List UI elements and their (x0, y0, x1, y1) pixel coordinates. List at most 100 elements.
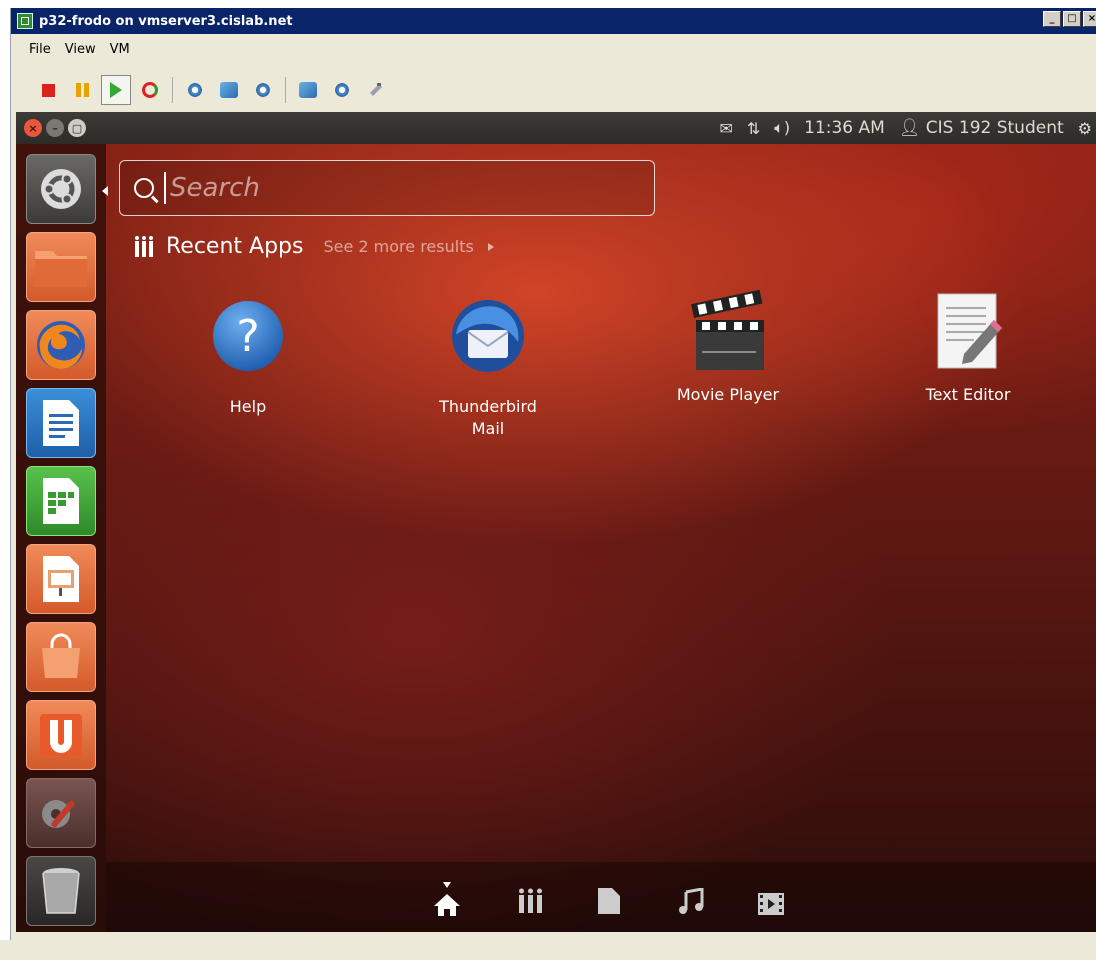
svg-text:?: ? (236, 311, 259, 362)
disc-icon (334, 82, 350, 98)
vmware-status-bar (0, 940, 1096, 960)
see-more-results-link[interactable]: See 2 more results (323, 237, 473, 256)
reset-button[interactable] (135, 75, 165, 105)
app-tile-movie-player[interactable]: Movie Player (648, 284, 808, 406)
app-label: Thunderbird Mail (439, 397, 537, 438)
session-gear-icon[interactable]: ⚙ (1078, 119, 1092, 138)
app-tile-text-editor[interactable]: Text Editor (888, 290, 1048, 406)
files-lens-button[interactable] (598, 888, 620, 921)
recent-apps-header: Recent Apps See 2 more results (134, 234, 494, 259)
menu-bar: File View VM (11, 38, 130, 60)
app-label: Movie Player (676, 385, 780, 404)
settings-icon (42, 800, 75, 828)
libreoffice-calc-icon (43, 478, 79, 524)
vm-console-icon (17, 13, 33, 29)
volume-icon[interactable]: 🔈︎) (774, 118, 790, 138)
panel-indicators: ✉ ⇅ 🔈︎) 11:36 AM 👤︎ CIS 192 Student ⚙ (719, 112, 1092, 144)
launcher-firefox[interactable] (26, 310, 96, 380)
ubuntu-logo-icon (41, 169, 81, 209)
launcher-libreoffice-calc[interactable] (26, 466, 96, 536)
pause-icon (75, 83, 89, 97)
dash-maximize-button[interactable]: ▢ (68, 119, 86, 137)
dash-window-controls: × – ▢ (24, 119, 86, 137)
cd-dvd-button[interactable] (327, 75, 357, 105)
menu-vm[interactable]: VM (110, 42, 130, 57)
app-tile-thunderbird[interactable]: Thunderbird Mail (408, 296, 568, 440)
user-menu[interactable]: 👤︎ CIS 192 Student (899, 118, 1064, 138)
applications-icon (519, 888, 542, 913)
video-icon (758, 893, 784, 915)
home-lens-button[interactable] (434, 882, 460, 925)
maximize-button[interactable]: □ (1063, 11, 1081, 27)
dash-close-button[interactable]: × (24, 119, 42, 137)
snapshot-manager-button[interactable] (248, 75, 278, 105)
top-panel: × – ▢ ✉ ⇅ 🔈︎) 11:36 AM 👤︎ CIS 192 Studen… (16, 112, 1096, 144)
clock[interactable]: 11:36 AM (804, 118, 885, 138)
app-tile-help[interactable]: ? Help (168, 296, 328, 418)
power-on-button[interactable] (101, 75, 131, 105)
launcher-files[interactable] (26, 232, 96, 302)
libreoffice-writer-icon (43, 400, 79, 446)
toolbar-separator (285, 77, 286, 103)
folder-icon (35, 251, 87, 287)
applications-lens-button[interactable] (518, 888, 544, 921)
app-label: Text Editor (925, 385, 1011, 404)
music-lens-button[interactable] (678, 887, 704, 921)
refresh-icon (142, 82, 158, 98)
app-label: Help (229, 397, 267, 416)
suspend-button[interactable] (67, 75, 97, 105)
launcher-ubuntu-one[interactable] (26, 700, 96, 770)
user-name: CIS 192 Student (925, 118, 1064, 138)
play-icon (110, 82, 122, 98)
applications-lens-icon (135, 235, 153, 257)
toolbar-separator (172, 77, 173, 103)
launcher-dash-home[interactable] (26, 154, 108, 224)
user-icon: 👤︎ (898, 118, 921, 138)
revert-snapshot-button[interactable] (214, 75, 244, 105)
minimize-button[interactable]: _ (1043, 11, 1061, 27)
close-button[interactable]: × (1083, 11, 1096, 27)
shopping-bag-icon (42, 633, 80, 678)
file-icon (598, 888, 620, 914)
dash-minimize-button[interactable]: – (46, 119, 64, 137)
vm-toolbar (11, 64, 1096, 116)
usb-button[interactable] (361, 75, 391, 105)
video-lens-button[interactable] (758, 890, 784, 922)
usb-icon (370, 83, 382, 96)
text-editor-icon (937, 293, 1002, 369)
menu-file[interactable]: File (29, 42, 51, 57)
launcher-system-settings[interactable] (26, 778, 96, 848)
expand-arrow-icon[interactable] (487, 242, 494, 251)
window-titlebar[interactable]: p32-frodo on vmserver3.cislab.net _ □ × (11, 8, 1096, 34)
trash-icon (42, 868, 80, 914)
stop-icon (41, 83, 55, 97)
window-controls: _ □ × (1043, 11, 1096, 27)
edit-settings-icon (299, 82, 317, 98)
vm-screen[interactable]: × – ▢ ✉ ⇅ 🔈︎) 11:36 AM 👤︎ CIS 192 Studen… (16, 112, 1096, 932)
firefox-icon (37, 321, 85, 369)
network-icon[interactable]: ⇅ (747, 119, 760, 138)
menu-view[interactable]: View (65, 42, 96, 57)
movie-player-icon (691, 289, 764, 370)
section-title: Recent Apps (166, 234, 304, 259)
edit-settings-button[interactable] (293, 75, 323, 105)
launcher-active-pip (102, 186, 108, 196)
search-icon (134, 178, 154, 198)
home-icon (434, 882, 460, 916)
dash-search-box[interactable] (119, 160, 655, 216)
launcher-libreoffice-impress[interactable] (26, 544, 96, 614)
search-input[interactable] (164, 172, 612, 204)
music-icon (679, 887, 704, 914)
launcher-trash[interactable] (26, 856, 96, 926)
snapshot-manager-icon (255, 82, 271, 98)
ubuntu-one-icon (40, 714, 82, 756)
mail-icon[interactable]: ✉ (719, 119, 732, 138)
snapshot-icon (187, 82, 203, 98)
launcher-libreoffice-writer[interactable] (26, 388, 96, 458)
power-off-button[interactable] (33, 75, 63, 105)
revert-icon (220, 82, 238, 98)
lens-bar (106, 862, 1096, 932)
snapshot-button[interactable] (180, 75, 210, 105)
libreoffice-impress-icon (43, 556, 79, 602)
launcher-software-center[interactable] (26, 622, 96, 692)
